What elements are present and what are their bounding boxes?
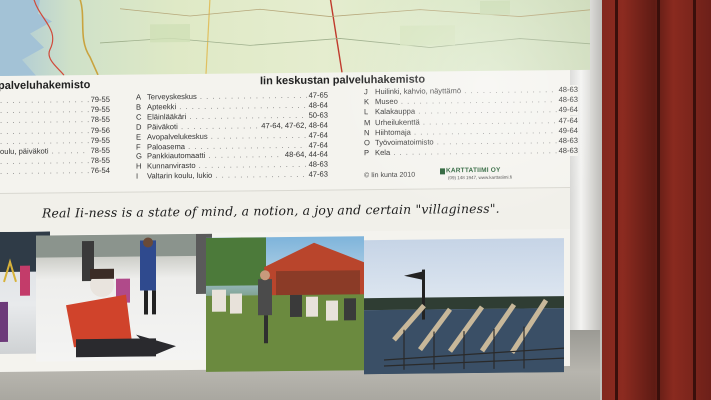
- service-grid-ref: 48-64, 44-64: [282, 149, 328, 161]
- service-name: Päiväkoti: [147, 121, 178, 132]
- service-grid-ref: 48-63: [556, 95, 578, 106]
- service-name: Eläinlääkäri: [147, 111, 187, 122]
- service-code: F: [136, 142, 141, 152]
- service-grid-ref: 49-64: [556, 125, 578, 136]
- service-grid-ref: 48-63: [556, 146, 578, 157]
- service-grid-ref: 79-55: [88, 105, 110, 116]
- service-code: A: [136, 92, 142, 102]
- service-grid-ref: 78-55: [88, 115, 110, 126]
- service-name: Urheilukenttä: [375, 117, 420, 127]
- service-name: Kunnanvirasto: [147, 161, 196, 171]
- service-grid-ref: 79-55: [88, 135, 110, 146]
- service-grid-ref: 47-64: [306, 140, 328, 151]
- leader-dots: . . . . . . . . . . . . . . . . . . . . …: [413, 125, 578, 137]
- karttatiimi-logo: KARTTATIIMI OY (09) 148 1947, www.kartta…: [440, 166, 532, 183]
- service-code: B: [136, 102, 142, 112]
- leader-dots: . . . . . . . . . . . . . . . . . . . . …: [390, 146, 577, 158]
- red-wooden-wall: [585, 0, 711, 400]
- copyright-credit: © Iin kunta 2010: [364, 171, 416, 180]
- service-code: P: [364, 148, 370, 158]
- service-grid-ref: 48-63: [556, 84, 578, 96]
- photo-lake-fish-traps: [364, 238, 564, 375]
- service-code: H: [136, 161, 142, 171]
- service-code: L: [364, 107, 369, 117]
- leader-dots: . . . . . . . . . . . . . . . . . . . . …: [422, 115, 578, 127]
- service-code: E: [136, 132, 142, 142]
- service-row: . . . . . . . . . . . . . . . . . . . . …: [0, 166, 110, 177]
- service-name: Työvoimatoimisto: [375, 137, 434, 148]
- service-grid-ref: 50-63: [306, 110, 328, 121]
- map-strip: [0, 0, 590, 76]
- service-code: K: [364, 97, 370, 107]
- service-grid-ref: 47-63: [306, 169, 328, 180]
- right-list-title: Iin keskustan palveluhakemisto: [260, 73, 426, 88]
- service-name: Paloasema: [147, 141, 185, 151]
- service-code: N: [364, 127, 370, 137]
- service-name: Hiihtomaja: [375, 127, 411, 137]
- service-code: C: [136, 112, 142, 122]
- leader-dots: . . . . . . . . . . . . . . . . . . . . …: [179, 100, 328, 112]
- service-name: Kalakauppa: [375, 107, 416, 117]
- service-grid-ref: 79-55: [88, 94, 110, 106]
- service-row: I Valtarin koulu, lukio . . . . . . . . .…: [136, 169, 328, 182]
- service-code: O: [364, 138, 370, 148]
- service-code: G: [136, 151, 142, 161]
- service-grid-ref: 47-65: [306, 90, 328, 101]
- service-grid-ref: 78-55: [88, 145, 110, 157]
- service-name: Pankkiautomaatti: [147, 151, 206, 161]
- plank-gap: [615, 0, 618, 400]
- leader-dots: . . . . . . . . . . . . . . . . . . . . …: [418, 105, 578, 117]
- service-grid-ref: 79-56: [88, 125, 110, 136]
- service-grid-ref: 49-64: [556, 105, 578, 116]
- plank-gap: [657, 0, 660, 400]
- photo-scene: palveluhakemisto . . . . . . . . . . . .…: [0, 0, 711, 400]
- service-row: P Kela . . . . . . . . . . . . . . . . . …: [364, 146, 578, 158]
- map-drawing: [0, 0, 590, 76]
- service-grid-ref: 78-55: [88, 156, 110, 167]
- leader-dots: . . . . . . . . . . . . . . . . . . . . …: [397, 95, 578, 107]
- service-code: I: [136, 171, 139, 181]
- service-grid-ref: 48-63: [556, 135, 578, 147]
- service-name: Avopalvelukeskus: [147, 131, 208, 142]
- photo-winter-fishing: [36, 233, 212, 362]
- logo-word: KARTTATIIMI OY: [446, 166, 501, 175]
- service-name: Huilinki, kahvio, näyttämö: [375, 86, 462, 97]
- service-grid-ref: 47-64: [556, 115, 578, 126]
- service-grid-ref: 48-64: [306, 100, 328, 111]
- service-code: D: [136, 122, 142, 132]
- service-grid-ref: 47-64: [306, 130, 328, 141]
- service-name: Terveyskeskus: [147, 91, 197, 102]
- plank-gap: [693, 0, 696, 400]
- left-list-title: palveluhakemisto: [0, 79, 91, 93]
- service-name: Museo: [375, 97, 398, 107]
- logo-contact: (09) 148 1947, www.karttatiimi.fi: [448, 174, 513, 181]
- service-name: Kela: [375, 148, 391, 158]
- service-code: M: [364, 117, 371, 127]
- service-name: oulu, päiväkoti: [0, 146, 49, 156]
- service-grid-ref: 48-63: [306, 159, 328, 171]
- service-name: Valtarin koulu, lukio: [147, 170, 213, 181]
- service-code: J: [364, 87, 368, 97]
- service-grid-ref: 76-54: [88, 166, 110, 177]
- information-board: palveluhakemisto . . . . . . . . . . . .…: [0, 0, 590, 375]
- service-name: Apteekki: [147, 102, 177, 112]
- logo-mark-icon: [440, 168, 445, 175]
- photo-outdoor-gathering: [206, 236, 364, 372]
